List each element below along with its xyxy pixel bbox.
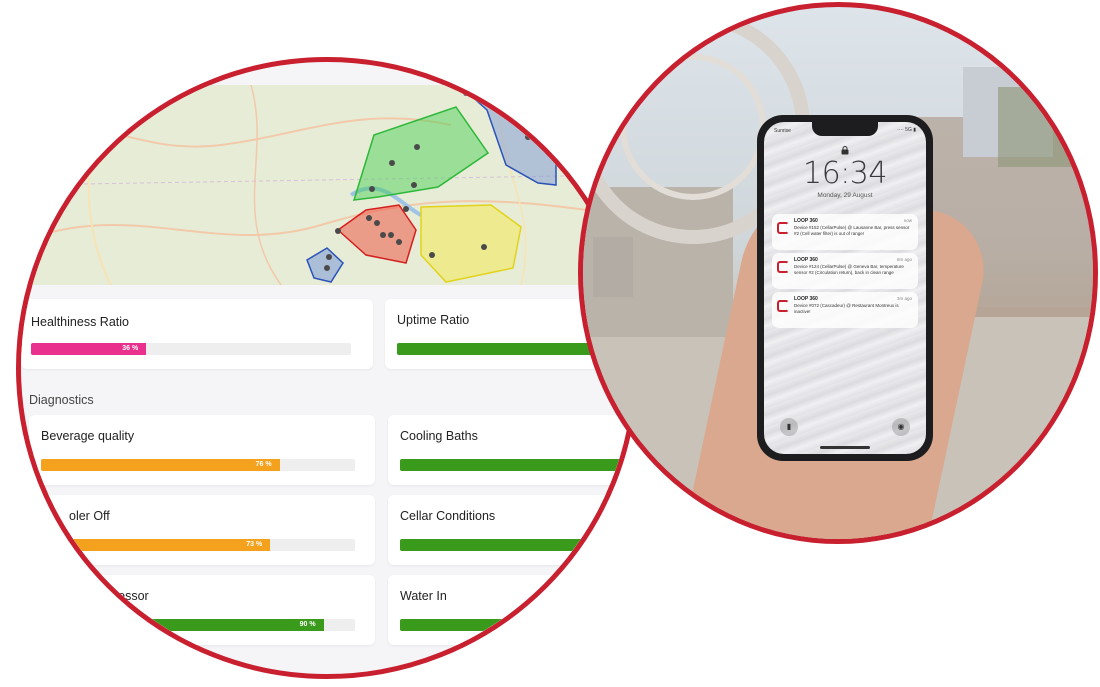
notification-body: Device #124 (CellarPulse) @ Geneva Bar, …: [794, 264, 904, 275]
notification-time: 3m ago: [896, 296, 912, 301]
diagnostic-bar: 73 %: [41, 539, 355, 551]
loop360-logo-icon: [777, 261, 789, 273]
diagnostic-value: 73 %: [246, 541, 263, 548]
healthiness-card: Healthiness Ratio 36 %: [21, 299, 373, 369]
diagnostic-label: Water In: [400, 589, 447, 603]
region-map[interactable]: [21, 85, 621, 285]
diagnostic-value: 90 %: [299, 621, 316, 628]
notification-card[interactable]: LOOP 360 3m ago Device #072 (Cascadeur) …: [772, 292, 918, 328]
diagnostic-label: Beverage quality: [41, 429, 135, 443]
diagnostics-heading: Diagnostics: [29, 393, 94, 407]
notification-time: now: [903, 218, 912, 223]
diagnostic-label: Cellar Conditions: [400, 509, 496, 523]
home-indicator[interactable]: [820, 446, 870, 449]
notification-body: Device #072 (Cascadeur) @ Restaurant Mon…: [794, 303, 899, 314]
diagnostic-bar: [400, 619, 628, 631]
lock-screen[interactable]: Sunrise ···· 5G ▮ 16:34 Monday, 29 Augus…: [764, 122, 926, 454]
diagnostic-card-compressor: pressor 90 %: [29, 575, 375, 645]
uptime-title: Uptime Ratio: [397, 313, 470, 327]
diagnostic-card-cooler: oler Off 73 %: [29, 495, 375, 565]
diagnostic-bar: 76 %: [41, 459, 355, 471]
notification-card[interactable]: LOOP 360 8m ago Device #124 (CellarPulse…: [772, 253, 918, 289]
smartphone: Sunrise ···· 5G ▮ 16:34 Monday, 29 Augus…: [757, 115, 933, 461]
diagnostic-card-beverage: Beverage quality 76 %: [29, 415, 375, 485]
diagnostic-card-water: Water In: [388, 575, 628, 645]
notification-app: LOOP 360: [794, 257, 818, 263]
healthiness-value: 36 %: [122, 345, 139, 352]
notification-card[interactable]: LOOP 360 now Device #152 (CellarPulse) @…: [772, 214, 918, 250]
diagnostic-bar: 90 %: [41, 619, 355, 631]
dashboard-circle: Healthiness Ratio 36 % Uptime Ratio Diag…: [16, 57, 638, 679]
diagnostic-value: 76 %: [255, 461, 272, 468]
notification-app: LOOP 360: [794, 218, 818, 224]
lock-icon: [841, 146, 849, 155]
notch: [812, 122, 878, 136]
healthiness-title: Healthiness Ratio: [31, 315, 129, 329]
lock-clock: 16:34: [803, 156, 887, 191]
diagnostic-label: oler Off: [69, 509, 110, 523]
phone-photo-circle: Sunrise ···· 5G ▮ 16:34 Monday, 29 Augus…: [578, 2, 1098, 544]
notification-time: 8m ago: [896, 257, 912, 262]
carrier-label: Sunrise: [774, 128, 791, 134]
diagnostic-label: pressor: [107, 589, 149, 603]
loop360-logo-icon: [777, 300, 789, 312]
loop360-logo-icon: [777, 222, 789, 234]
signal-battery-icons: ···· 5G ▮: [897, 127, 916, 133]
lock-date: Monday, 29 August: [817, 192, 873, 199]
healthiness-bar: 36 %: [31, 343, 351, 355]
flashlight-icon[interactable]: ▮: [780, 418, 798, 436]
diagnostic-label: Cooling Baths: [400, 429, 478, 443]
notification-body: Device #152 (CellarPulse) @ Lausanne Bar…: [794, 225, 910, 236]
diagnostic-bar: [400, 539, 628, 551]
notification-app: LOOP 360: [794, 296, 818, 302]
camera-icon[interactable]: ◉: [892, 418, 910, 436]
